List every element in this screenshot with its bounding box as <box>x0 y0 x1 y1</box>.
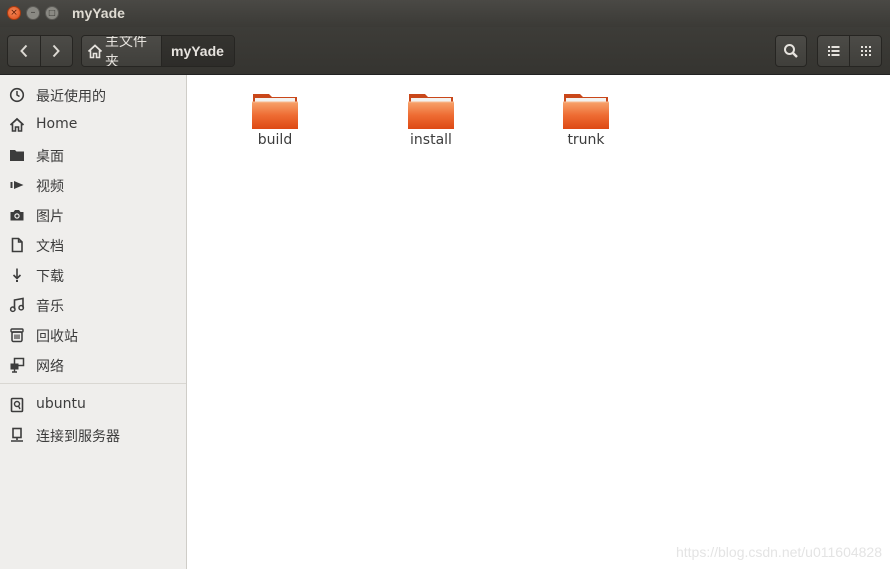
home-icon <box>9 117 25 133</box>
sidebar-item-pictures[interactable]: 图片 <box>0 200 186 230</box>
trash-icon <box>9 327 25 343</box>
music-icon <box>9 297 25 313</box>
grid-view-icon <box>860 46 871 56</box>
home-icon <box>87 43 103 59</box>
folder-icon <box>9 147 25 163</box>
list-view-icon <box>827 46 839 56</box>
sidebar-item-label: Home <box>36 116 78 132</box>
grid-view-button[interactable] <box>850 36 881 66</box>
drive-icon <box>9 397 25 413</box>
sidebar-separator <box>0 383 186 384</box>
download-icon <box>9 267 25 283</box>
sidebar-item-label: 图片 <box>36 209 64 225</box>
breadcrumb-current[interactable]: myYade <box>162 36 234 66</box>
folder-item-build[interactable]: build <box>235 91 315 148</box>
sidebar-item-network[interactable]: 网络 <box>0 350 186 380</box>
sidebar-item-trash[interactable]: 回收站 <box>0 320 186 350</box>
video-icon <box>9 177 25 193</box>
sidebar-item-label: 最近使用的 <box>36 89 106 105</box>
title-bar: × – □ myYade <box>0 0 890 27</box>
close-icon: × <box>10 8 18 18</box>
list-view-button[interactable] <box>818 36 850 66</box>
maximize-icon: □ <box>48 8 56 17</box>
sidebar-item-label: 连接到服务器 <box>36 429 120 445</box>
sidebar-item-recent[interactable]: 最近使用的 <box>0 80 186 110</box>
back-button[interactable] <box>8 36 41 66</box>
chevron-right-icon <box>53 44 61 58</box>
sidebar-item-label: 桌面 <box>36 149 64 165</box>
sidebar-item-label: 网络 <box>36 359 64 375</box>
breadcrumb: 主文件夹 myYade <box>81 35 235 67</box>
sidebar-item-desktop[interactable]: 桌面 <box>0 140 186 170</box>
sidebar-item-label: ubuntu <box>36 396 86 412</box>
sidebar-item-home[interactable]: Home <box>0 110 186 140</box>
sidebar-item-downloads[interactable]: 下载 <box>0 260 186 290</box>
folder-item-trunk[interactable]: trunk <box>546 91 626 148</box>
search-button[interactable] <box>775 35 807 67</box>
server-icon <box>9 427 25 443</box>
maximize-window-button[interactable]: □ <box>45 6 59 20</box>
minimize-icon: – <box>30 7 36 18</box>
sidebar-item-music[interactable]: 音乐 <box>0 290 186 320</box>
sidebar-item-ubuntu[interactable]: ubuntu <box>0 390 186 420</box>
sidebar-item-videos[interactable]: 视频 <box>0 170 186 200</box>
folder-icon <box>563 94 609 129</box>
chevron-left-icon <box>19 44 27 58</box>
sidebar-item-label: 文档 <box>36 239 64 255</box>
close-window-button[interactable]: × <box>7 6 21 20</box>
folder-icon <box>252 94 298 129</box>
sidebar-item-label: 视频 <box>36 179 64 195</box>
file-name: trunk <box>567 132 605 148</box>
view-mode-group <box>817 35 882 67</box>
folder-icon <box>408 94 454 129</box>
sidebar-item-label: 回收站 <box>36 329 78 345</box>
document-icon <box>9 237 25 253</box>
network-icon <box>9 357 25 373</box>
breadcrumb-home[interactable]: 主文件夹 <box>82 36 162 66</box>
file-name: install <box>410 132 452 148</box>
file-view: build install trunk https://blog.csdn.ne… <box>192 75 890 569</box>
clock-icon <box>9 87 25 103</box>
window-title: myYade <box>72 5 125 21</box>
sidebar-item-label: 下载 <box>36 269 64 285</box>
sidebar-item-connect-server[interactable]: 连接到服务器 <box>0 420 186 450</box>
sidebar-item-documents[interactable]: 文档 <box>0 230 186 260</box>
sidebar: 最近使用的 Home 桌面 视频 图片 文档 下载 音乐 回收站 网络 ubun… <box>0 75 187 569</box>
breadcrumb-home-label: 主文件夹 <box>105 35 147 67</box>
folder-item-install[interactable]: install <box>391 91 471 148</box>
file-name: build <box>257 132 293 148</box>
search-icon <box>784 44 798 58</box>
navigation-buttons <box>7 35 73 67</box>
minimize-window-button[interactable]: – <box>26 6 40 20</box>
camera-icon <box>9 207 25 223</box>
toolbar: 主文件夹 myYade <box>0 27 890 75</box>
forward-button[interactable] <box>41 36 73 66</box>
watermark: https://blog.csdn.net/u011604828 <box>675 544 882 560</box>
sidebar-item-label: 音乐 <box>36 299 64 315</box>
